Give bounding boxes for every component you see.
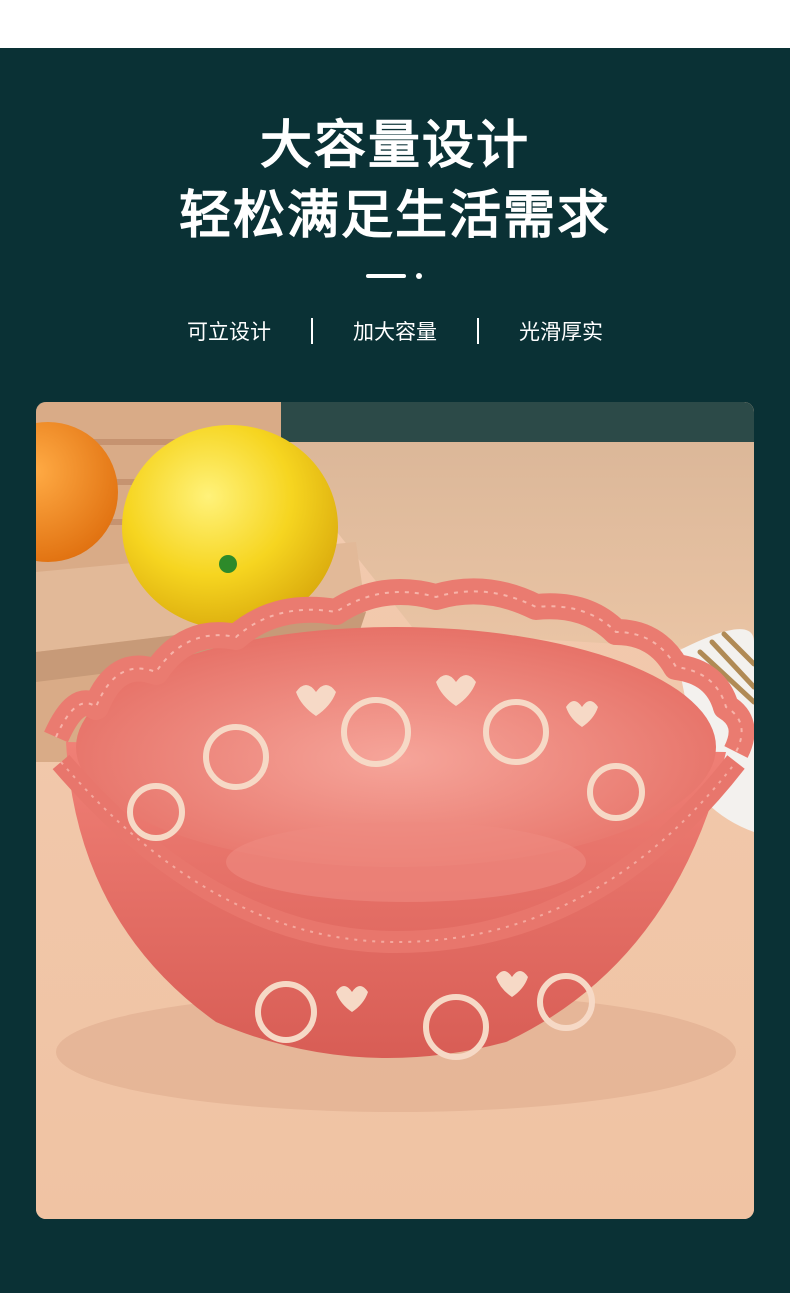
product-detail-page: 大容量设计 轻松满足生活需求 可立设计 加大容量 光滑厚实 bbox=[0, 0, 790, 1306]
headline-line-2: 轻松满足生活需求 bbox=[178, 186, 611, 246]
feature-separator bbox=[311, 318, 313, 344]
divider-dot bbox=[416, 273, 422, 279]
feature-list: 可立设计 加大容量 光滑厚实 bbox=[0, 314, 790, 348]
feature-capacity: 加大容量 bbox=[353, 320, 437, 344]
feature-smooth: 光滑厚实 bbox=[519, 320, 603, 344]
headline-line-1: 大容量设计 bbox=[259, 116, 530, 176]
headline-divider bbox=[366, 273, 426, 280]
feature-stand: 可立设计 bbox=[187, 320, 271, 344]
feature-separator bbox=[477, 318, 479, 344]
divider-dash bbox=[366, 274, 406, 278]
product-photo bbox=[36, 402, 754, 1219]
feature-panel: 大容量设计 轻松满足生活需求 可立设计 加大容量 光滑厚实 bbox=[0, 48, 790, 1293]
